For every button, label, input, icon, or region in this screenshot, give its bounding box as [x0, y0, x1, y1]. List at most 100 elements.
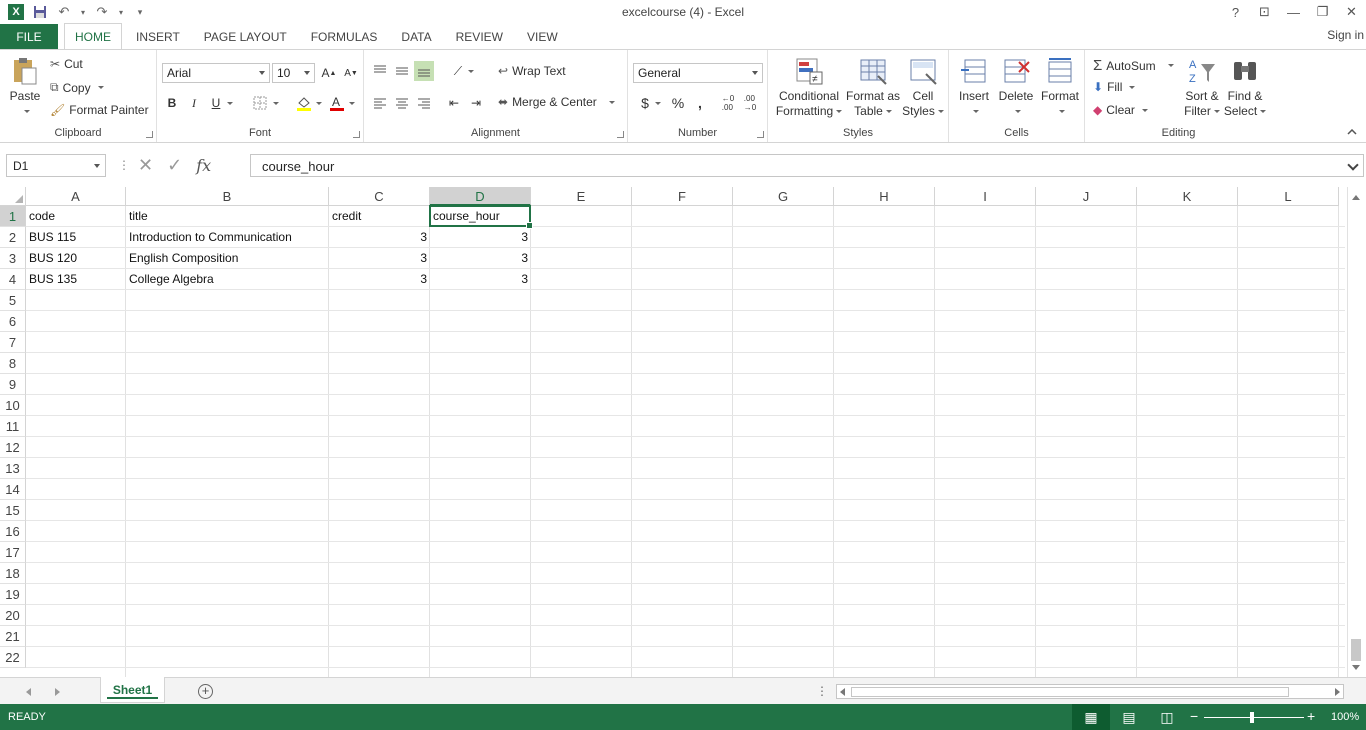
row-header-11[interactable]: 11 [0, 416, 26, 437]
row-header-1[interactable]: 1 [0, 206, 26, 227]
cell-b4[interactable]: College Algebra [126, 269, 329, 290]
prev-sheet-icon[interactable] [26, 688, 31, 696]
font-color-dropdown-icon[interactable] [345, 93, 355, 113]
comma-button[interactable]: , [690, 93, 710, 113]
scroll-right-icon[interactable] [1335, 688, 1340, 696]
cell-styles-button[interactable]: Cell Styles [902, 56, 944, 119]
tab-review[interactable]: REVIEW [446, 24, 513, 50]
expand-formula-bar-icon[interactable] [1347, 159, 1359, 171]
cancel-entry-icon[interactable]: ✕ [138, 155, 153, 176]
fill-button[interactable]: ⬇ Fill [1093, 80, 1136, 94]
name-box[interactable]: D1 [6, 154, 106, 177]
row-header-16[interactable]: 16 [0, 521, 26, 542]
column-header-b[interactable]: B [126, 187, 329, 206]
merge-center-button[interactable]: ⬌ Merge & Center [498, 95, 615, 109]
increase-decimal-icon[interactable]: ←0.00 [718, 93, 738, 113]
tab-home[interactable]: HOME [64, 23, 122, 50]
restore-button[interactable]: ❐ [1308, 0, 1337, 24]
scroll-left-icon[interactable] [840, 688, 845, 696]
spreadsheet-grid[interactable]: ABCDEFGHIJKL 1 2 3 4 5 6 7 8 9 10 11 12 13 14 15 16 17 18… [0, 187, 1345, 677]
column-header-c[interactable]: C [329, 187, 430, 206]
clear-button[interactable]: ◆ Clear [1093, 103, 1148, 117]
cell-a2[interactable]: BUS 115 [26, 227, 126, 248]
increase-indent-icon[interactable]: ⇥ [466, 93, 486, 113]
fill-color-dropdown-icon[interactable] [312, 93, 322, 113]
find-select-button[interactable]: Find & Select [1223, 56, 1267, 119]
cell-a3[interactable]: BUS 120 [26, 248, 126, 269]
collapse-ribbon-icon[interactable] [1342, 122, 1362, 142]
sort-filter-button[interactable]: AZ Sort & Filter [1181, 56, 1223, 119]
cell-d3[interactable]: 3 [430, 248, 531, 269]
tab-page-layout[interactable]: PAGE LAYOUT [194, 24, 297, 50]
font-size-select[interactable]: 10 [272, 63, 315, 83]
middle-align-icon[interactable] [392, 61, 412, 81]
horizontal-scrollbar[interactable] [836, 684, 1344, 699]
row-header-21[interactable]: 21 [0, 626, 26, 647]
page-layout-view-icon[interactable]: ▤ [1110, 704, 1148, 730]
column-header-d[interactable]: D [430, 187, 531, 206]
row-header-13[interactable]: 13 [0, 458, 26, 479]
format-painter-button[interactable]: 🖌 Format Painter [50, 103, 149, 117]
number-launcher-icon[interactable] [757, 131, 764, 138]
scroll-down-icon[interactable] [1352, 665, 1360, 670]
decrease-font-icon[interactable]: A ▼ [341, 63, 361, 83]
format-cells-button[interactable]: Format [1038, 56, 1082, 119]
increase-font-icon[interactable]: A ▲ [319, 63, 339, 83]
copy-button[interactable]: ⧉ Copy [50, 80, 104, 95]
formula-bar-splitter-icon[interactable]: ⋮ [118, 158, 130, 172]
tab-formulas[interactable]: FORMULAS [301, 24, 388, 50]
bottom-align-icon[interactable] [414, 61, 434, 81]
autosum-button[interactable]: Σ AutoSum [1093, 57, 1174, 74]
fill-color-icon[interactable] [294, 93, 314, 113]
sign-in-link[interactable]: Sign in [1327, 28, 1364, 42]
borders-icon[interactable] [250, 93, 270, 113]
normal-view-icon[interactable]: ▦ [1072, 704, 1110, 730]
tab-data[interactable]: DATA [391, 24, 441, 50]
font-launcher-icon[interactable] [353, 131, 360, 138]
column-header-i[interactable]: I [935, 187, 1036, 206]
scroll-up-icon[interactable] [1352, 195, 1360, 200]
row-header-7[interactable]: 7 [0, 332, 26, 353]
minimize-button[interactable]: — [1279, 0, 1308, 24]
align-center-icon[interactable] [392, 93, 412, 113]
cell-b2[interactable]: Introduction to Communication [126, 227, 329, 248]
cell-c1[interactable]: credit [329, 206, 430, 227]
underline-dropdown-icon[interactable] [223, 93, 233, 113]
column-header-j[interactable]: J [1036, 187, 1137, 206]
insert-function-icon[interactable]: fx [196, 156, 211, 175]
orientation-dropdown-icon[interactable] [464, 61, 474, 81]
paste-button[interactable]: Paste [6, 56, 44, 119]
cell-d1[interactable]: course_hour [430, 206, 531, 227]
close-button[interactable]: ✕ [1337, 0, 1366, 24]
tab-insert[interactable]: INSERT [126, 24, 190, 50]
cell-d2[interactable]: 3 [430, 227, 531, 248]
cut-button[interactable]: ✂ Cut [50, 57, 83, 71]
cell-c2[interactable]: 3 [329, 227, 430, 248]
row-header-14[interactable]: 14 [0, 479, 26, 500]
percent-button[interactable]: % [668, 93, 688, 113]
row-header-17[interactable]: 17 [0, 542, 26, 563]
cell-d4[interactable]: 3 [430, 269, 531, 290]
ribbon-display-options-icon[interactable]: ⊡ [1250, 0, 1279, 24]
zoom-in-icon[interactable]: + [1307, 708, 1315, 724]
currency-dropdown-icon[interactable] [651, 93, 661, 113]
column-header-f[interactable]: F [632, 187, 733, 206]
help-button[interactable]: ? [1221, 0, 1250, 24]
column-header-g[interactable]: G [733, 187, 834, 206]
row-header-6[interactable]: 6 [0, 311, 26, 332]
row-header-2[interactable]: 2 [0, 227, 26, 248]
decrease-decimal-icon[interactable]: .00 →0 [740, 93, 760, 113]
row-header-15[interactable]: 15 [0, 500, 26, 521]
row-header-8[interactable]: 8 [0, 353, 26, 374]
column-header-h[interactable]: H [834, 187, 935, 206]
italic-button[interactable]: I [184, 93, 204, 113]
column-header-a[interactable]: A [26, 187, 126, 206]
insert-cells-button[interactable]: Insert [954, 56, 994, 119]
row-header-4[interactable]: 4 [0, 269, 26, 290]
sheet-tab-sheet1[interactable]: Sheet1 [100, 677, 165, 703]
cell-b1[interactable]: title [126, 206, 329, 227]
conditional-formatting-button[interactable]: ≠ Conditional Formatting [774, 56, 844, 119]
zoom-slider[interactable]: − + [1190, 708, 1320, 725]
align-left-icon[interactable] [370, 93, 390, 113]
column-header-l[interactable]: L [1238, 187, 1339, 206]
